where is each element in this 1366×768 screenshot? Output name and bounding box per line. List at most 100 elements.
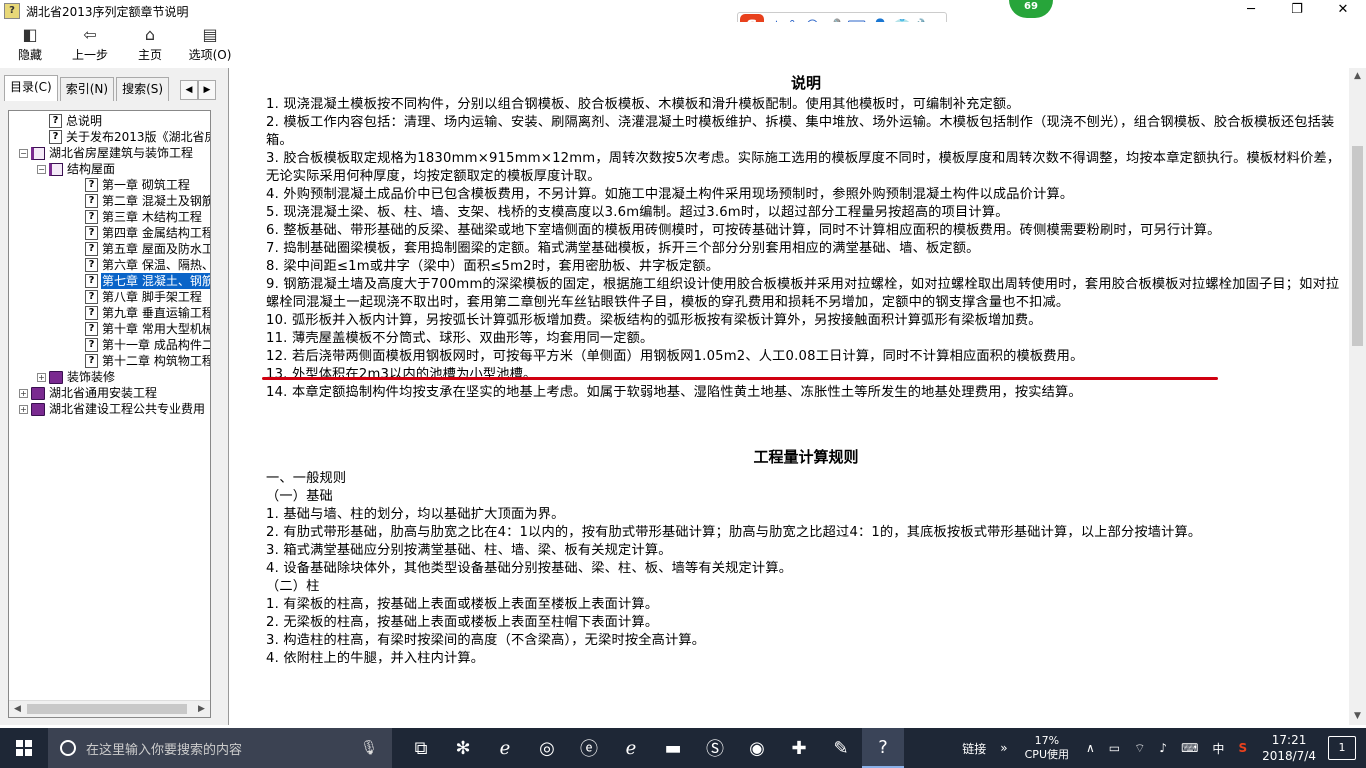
tree-item-label: 第八章 脚手架工程 <box>102 290 202 304</box>
sogou-browser-icon[interactable]: Ⓢ <box>694 728 736 768</box>
links-toolbar[interactable]: 链接 <box>962 740 986 757</box>
scroll-up-icon[interactable]: ▲ <box>1349 68 1366 85</box>
tree-item[interactable]: + 湖北省建设工程公共专业费用 <box>9 401 210 417</box>
task-view-icon[interactable]: ⧉ <box>400 728 442 768</box>
chrome-like-icon[interactable]: ◎ <box>526 728 568 768</box>
options-button[interactable]: ▤ 选项(O) <box>180 26 240 63</box>
pane-splitter[interactable] <box>221 68 229 725</box>
tree-item[interactable]: ? 第三章 木结构工程 <box>9 209 210 225</box>
help-page-icon: ? <box>85 290 98 304</box>
tab-prev-button[interactable]: ◀ <box>180 80 198 100</box>
fan-app-icon[interactable]: ✻ <box>442 728 484 768</box>
tree-item[interactable]: ? 第十章 常用大型机械 <box>9 321 210 337</box>
help-page-icon: ? <box>85 322 98 336</box>
vertical-scroll-thumb[interactable] <box>1352 146 1363 346</box>
ie-blue-icon[interactable]: ℯ <box>610 728 652 768</box>
home-label: 主页 <box>137 48 162 62</box>
tree-horizontal-scrollbar[interactable]: ◀ ▶ <box>9 700 210 717</box>
scroll-thumb[interactable] <box>27 704 187 714</box>
clock[interactable]: 17:21 2018/7/4 <box>1262 732 1316 764</box>
help-app-icon[interactable]: ? <box>862 728 904 768</box>
tree-item[interactable]: ? 第六章 保温、隔热、 <box>9 257 210 273</box>
back-label: 上一步 <box>71 48 108 62</box>
help-page-icon: ? <box>85 242 98 256</box>
tree-item[interactable]: − 结构屋面 <box>9 161 210 177</box>
scroll-left-icon[interactable]: ◀ <box>9 701 26 717</box>
tree-item[interactable]: ? 第十二章 构筑物工程 <box>9 353 210 369</box>
links-chevron-icon[interactable]: » <box>1000 741 1007 755</box>
open-book-icon <box>31 146 45 160</box>
green-app-icon[interactable]: ◉ <box>736 728 778 768</box>
tree-item[interactable]: − 湖北省房屋建筑与装饰工程 <box>9 145 210 161</box>
collapse-icon[interactable]: − <box>19 148 28 158</box>
scroll-right-icon[interactable]: ▶ <box>193 701 210 717</box>
rule-item: 2. 有肋式带形基础，肋高与肋宽之比在4：1以内的，按有肋式带形基础计算；肋高与… <box>266 525 1202 540</box>
tab-next-button[interactable]: ▶ <box>198 80 216 100</box>
minimize-button[interactable]: ─ <box>1228 0 1274 22</box>
tab-index[interactable]: 索引(N) <box>59 77 115 101</box>
start-button[interactable] <box>0 728 48 768</box>
explanation-item: 12. 若后浇带两侧面模板用钢板网时，可按每平方米（单侧面）用钢板网1.05m2… <box>266 349 1084 364</box>
tree-item[interactable]: ? 第二章 混凝土及钢筋 <box>9 193 210 209</box>
keyboard-icon[interactable]: ⌨ <box>1181 741 1198 755</box>
expand-icon[interactable]: + <box>37 372 46 382</box>
tree-item-label: 第九章 垂直运输工程 <box>102 306 210 320</box>
tree-item[interactable]: ? 第八章 脚手架工程 <box>9 289 210 305</box>
tree-item[interactable]: ? 第一章 砌筑工程 <box>9 177 210 193</box>
rules-list: 一、一般规则 （一）基础 1. 基础与墙、柱的划分，均以基础扩大顶面为界。 2. 有肋… <box>266 470 1346 668</box>
taskbar: 在这里输入你要搜索的内容 🎙 ⧉ ✻ ℯ ◎ ⓔ ℯ ▬ Ⓢ ◉ ✚ ✎? 链接 » 17% CPU… <box>0 728 1366 768</box>
taskbar-search[interactable]: 在这里输入你要搜索的内容 🎙 <box>48 728 392 768</box>
maximize-button[interactable]: ❐ <box>1274 0 1320 22</box>
close-button[interactable]: ✕ <box>1320 0 1366 22</box>
tab-search[interactable]: 搜索(S) <box>116 77 170 101</box>
tree-item[interactable]: + 湖北省通用安装工程 <box>9 385 210 401</box>
rule-item: 2. 无梁板的柱高，按基础上表面或楼板上表面至柱帽下表面计算。 <box>266 615 659 630</box>
tree-item[interactable]: ? 第九章 垂直运输工程 <box>9 305 210 321</box>
microphone-icon[interactable]: 🎙 <box>360 740 378 756</box>
ie-icon[interactable]: ℯ <box>484 728 526 768</box>
cpu-label: CPU使用 <box>1024 748 1069 761</box>
folder-icon[interactable]: ▬ <box>652 728 694 768</box>
tab-contents[interactable]: 目录(C) <box>4 75 58 101</box>
tree-item-label: 第十一章 成品构件二 <box>102 338 210 352</box>
window-title: 湖北省2013序列定额章节说明 <box>26 4 189 19</box>
back-button[interactable]: ⇦ 上一步 <box>60 26 120 63</box>
tree-item[interactable]: ? 总说明 <box>9 113 210 129</box>
scroll-down-icon[interactable]: ▼ <box>1349 708 1366 725</box>
closed-book-icon <box>31 402 45 416</box>
contents-tree: ?总说明?关于发布2013版《湖北省房屋−湖北省房屋建筑与装饰工程−结构屋面?第… <box>9 113 210 699</box>
home-button[interactable]: ⌂ 主页 <box>120 26 180 63</box>
tree-item[interactable]: ? 第五章 屋面及防水工 <box>9 241 210 257</box>
hide-button[interactable]: ◧ 隐藏 <box>0 26 60 63</box>
explanation-item: 9. 钢筋混凝土墙及高度大于700mm的深梁模板的固定，根据施工组织设计使用胶合… <box>266 277 1340 310</box>
help-page-icon: ? <box>49 130 62 144</box>
tray-expand-icon[interactable]: ∧ <box>1086 741 1095 755</box>
plus-app-icon[interactable]: ✚ <box>778 728 820 768</box>
rule-item: 3. 构造柱的柱高，有梁时按梁间的高度（不含梁高），无梁时按全高计算。 <box>266 633 706 648</box>
topic-content: 说明 1. 现浇混凝土模板按不同构件，分别以组合钢模板、胶合板模板、木模板和滑升… <box>229 68 1349 725</box>
tree-item-label: 第二章 混凝土及钢筋 <box>102 194 210 208</box>
window-controls: ─ ❐ ✕ <box>1228 0 1366 22</box>
cpu-meter[interactable]: 17% CPU使用 <box>1025 734 1069 762</box>
clock-time: 17:21 <box>1271 733 1307 747</box>
help-page-icon: ? <box>85 338 98 352</box>
tree-item[interactable]: ? 第十一章 成品构件二 <box>9 337 210 353</box>
tree-item[interactable]: ? 第四章 金属结构工程 <box>9 225 210 241</box>
tree-item[interactable]: ? 第七章 混凝土、钢筋 <box>9 273 210 289</box>
expand-icon[interactable]: + <box>19 388 28 398</box>
tree-item[interactable]: + 装饰装修 <box>9 369 210 385</box>
wifi-icon[interactable]: ⌔ <box>1134 741 1145 756</box>
sogou-tray-icon[interactable]: S <box>1238 741 1247 755</box>
notes-icon[interactable]: ✎ <box>820 728 862 768</box>
content-vertical-scrollbar[interactable]: ▲ ▼ <box>1349 68 1366 725</box>
closed-book-icon <box>31 386 45 400</box>
tree-item[interactable]: ? 关于发布2013版《湖北省房屋 <box>9 129 210 145</box>
expand-icon[interactable]: + <box>19 404 28 414</box>
edge-icon[interactable]: ⓔ <box>568 728 610 768</box>
help-page-icon: ? <box>49 114 62 128</box>
collapse-icon[interactable]: − <box>37 164 46 174</box>
volume-icon[interactable]: ♪ <box>1159 741 1167 755</box>
ime-language[interactable]: 中 <box>1212 740 1224 757</box>
battery-icon[interactable]: ▭ <box>1109 741 1120 755</box>
action-center-button[interactable]: 1 <box>1328 736 1356 760</box>
